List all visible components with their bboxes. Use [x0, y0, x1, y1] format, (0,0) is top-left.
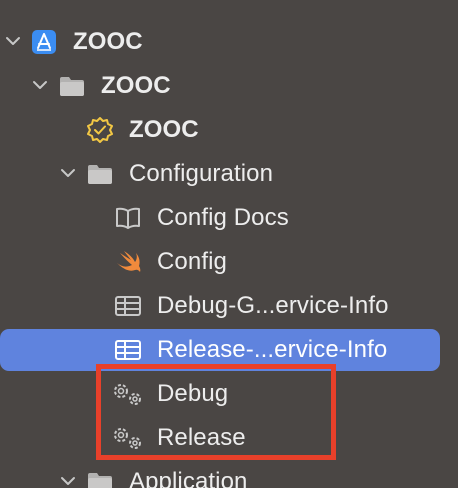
- chevron-down-icon[interactable]: [59, 164, 77, 182]
- badge-icon: [87, 117, 113, 143]
- navigator-row-debug-service-info[interactable]: Debug-G...ervice-Info: [0, 286, 458, 326]
- navigator-row-project[interactable]: ZOOC: [0, 22, 458, 62]
- folder-icon: [88, 473, 112, 488]
- navigator-label: Config: [157, 248, 227, 275]
- navigator-label: ZOOC: [129, 116, 199, 143]
- book-icon: [116, 207, 140, 229]
- chevron-down-icon[interactable]: [31, 76, 49, 94]
- navigator-row-zooc-folder[interactable]: ZOOC: [0, 66, 458, 106]
- navigator-label: Config Docs: [157, 204, 289, 231]
- annotation-highlight-box: [96, 364, 336, 460]
- navigator-row-configuration[interactable]: Configuration: [0, 154, 458, 194]
- project-icon: [32, 30, 56, 54]
- navigator-row-application[interactable]: Application: [0, 462, 458, 488]
- navigator-label: ZOOC: [101, 72, 171, 99]
- navigator-row-entitlements[interactable]: ZOOC: [0, 110, 458, 150]
- plist-icon: [115, 296, 141, 316]
- navigator-label: Release-...ervice-Info: [157, 336, 388, 363]
- project-navigator: ZOOC ZOOC ZOOC Configuration Config Docs…: [0, 0, 458, 488]
- navigator-row-config-docs[interactable]: Config Docs: [0, 198, 458, 238]
- navigator-label: Application: [129, 468, 248, 488]
- swift-icon: [117, 251, 141, 272]
- chevron-down-icon[interactable]: [59, 472, 77, 488]
- plist-icon: [115, 340, 141, 360]
- folder-icon: [88, 165, 112, 184]
- navigator-row-config[interactable]: Config: [0, 242, 458, 282]
- navigator-label: Configuration: [129, 160, 274, 187]
- navigator-label: Debug-G...ervice-Info: [157, 292, 389, 319]
- chevron-down-icon[interactable]: [4, 32, 22, 50]
- folder-icon: [60, 77, 84, 96]
- navigator-label: ZOOC: [73, 28, 143, 55]
